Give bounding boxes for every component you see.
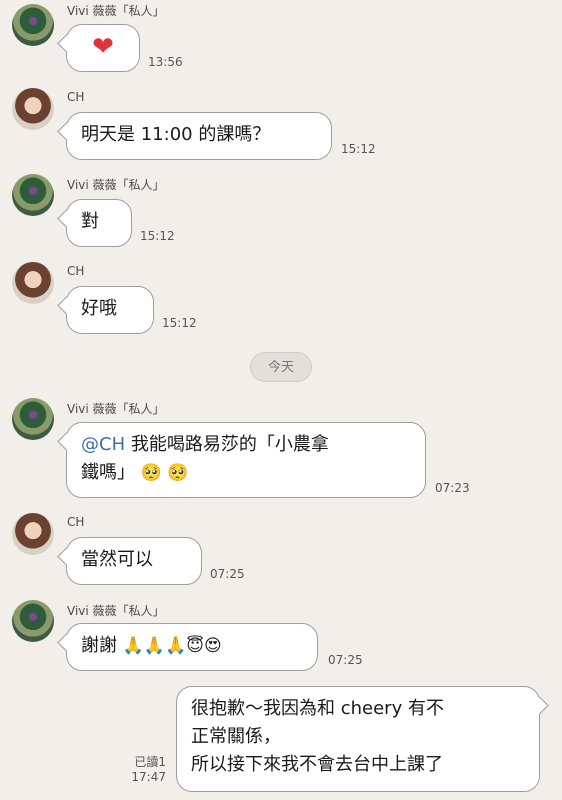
message-text: 當然可以 [81, 549, 153, 570]
message-time: 17:47 [131, 770, 166, 784]
sender-name: Vivi 薇薇「私人」 [67, 604, 165, 618]
date-separator: 今天 [250, 352, 312, 382]
avatar-ch[interactable] [12, 513, 54, 555]
message-bubble-own[interactable]: 很抱歉～我因為和 cheery 有不 正常關係， 所以接下來我不會去台中上課了 [176, 686, 540, 792]
message-text: 我能喝路易莎的「小農拿 [125, 434, 329, 455]
avatar-ch[interactable] [12, 262, 54, 304]
message-line: 鐵嗎」 🥺 🥺 [81, 459, 411, 487]
sender-name: CH [67, 90, 85, 104]
read-receipt: 已讀1 17:47 [120, 755, 166, 785]
sender-name: CH [67, 264, 85, 278]
avatar-ch[interactable] [12, 88, 54, 130]
praying-hands-emoji: 🙏🙏🙏😇😍 [122, 636, 222, 656]
message-time: 13:56 [148, 55, 183, 69]
message-text: 明天是 11:00 的課嗎？ [81, 124, 271, 145]
pleading-face-emoji: 🥺 🥺 [140, 463, 189, 483]
message-time: 07:23 [435, 481, 470, 495]
message-line: 很抱歉～我因為和 cheery 有不 [191, 698, 444, 719]
message-bubble[interactable]: 好哦 [66, 286, 154, 334]
message-time: 15:12 [140, 229, 175, 243]
message-text: 好哦 [81, 298, 117, 319]
sender-name: Vivi 薇薇「私人」 [67, 4, 165, 18]
message-bubble[interactable]: @CH 我能喝路易莎的「小農拿 鐵嗎」 🥺 🥺 [66, 422, 426, 498]
message-time: 15:12 [162, 316, 197, 330]
message-bubble[interactable]: 謝謝 🙏🙏🙏😇😍 [66, 623, 318, 671]
read-status: 已讀1 [134, 755, 166, 769]
message-time: 07:25 [328, 653, 363, 667]
message-line: 正常關係， [191, 726, 281, 747]
avatar-vivi[interactable] [12, 4, 54, 46]
sender-name: Vivi 薇薇「私人」 [67, 178, 165, 192]
avatar-vivi[interactable] [12, 600, 54, 642]
message-text: 對 [81, 211, 99, 232]
message-bubble[interactable]: 明天是 11:00 的課嗎？ [66, 112, 332, 160]
heart-emoji: ❤ [92, 32, 114, 62]
message-text: 鐵嗎」 [81, 462, 135, 483]
sender-name: CH [67, 515, 85, 529]
message-text: 謝謝 [81, 635, 117, 656]
message-time: 07:25 [210, 567, 245, 581]
message-bubble[interactable]: 當然可以 [66, 537, 202, 585]
message-line: 所以接下來我不會去台中上課了 [191, 754, 443, 775]
message-line: @CH 我能喝路易莎的「小農拿 [81, 431, 411, 459]
message-bubble[interactable]: ❤ [66, 24, 140, 72]
sender-name: Vivi 薇薇「私人」 [67, 402, 165, 416]
message-time: 15:12 [341, 142, 376, 156]
avatar-vivi[interactable] [12, 174, 54, 216]
mention-link[interactable]: @CH [81, 434, 125, 455]
message-bubble[interactable]: 對 [66, 199, 132, 247]
avatar-vivi[interactable] [12, 398, 54, 440]
